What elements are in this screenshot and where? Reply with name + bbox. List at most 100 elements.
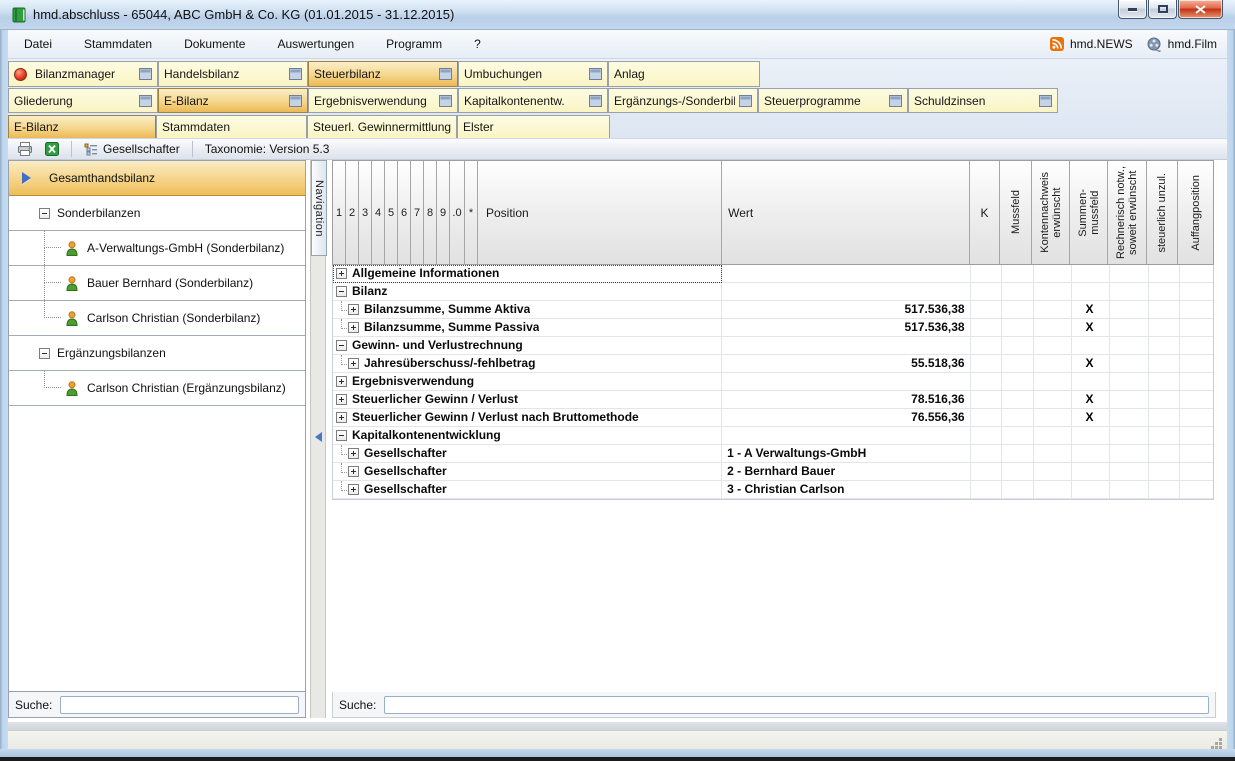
tab-ergebnisverwendung[interactable]: Ergebnisverwendung bbox=[308, 88, 458, 113]
expand-icon[interactable] bbox=[348, 358, 359, 369]
table-row[interactable]: Allgemeine Informationen bbox=[333, 265, 1213, 283]
tab-e-bilanz-sub[interactable]: E-Bilanz bbox=[8, 115, 156, 139]
table-row[interactable]: Ergebnisverwendung bbox=[333, 373, 1213, 391]
level-column-header[interactable]: 7 bbox=[411, 161, 424, 264]
level-column-header[interactable]: 3 bbox=[359, 161, 372, 264]
tree-item-bauer-bernhard[interactable]: Bauer Bernhard (Sonderbilanz) bbox=[9, 266, 305, 301]
hmd-news-link[interactable]: hmd.NEWS bbox=[1050, 37, 1133, 51]
close-button[interactable] bbox=[1178, 0, 1223, 19]
level-column-header[interactable]: 5 bbox=[385, 161, 398, 264]
k-column-header: K bbox=[970, 161, 1001, 264]
menu-datei[interactable]: Datei bbox=[8, 33, 68, 55]
form-window-icon[interactable] bbox=[439, 95, 452, 107]
table-row[interactable]: Gesellschafter 2 - Bernhard Bauer bbox=[333, 463, 1213, 481]
table-row[interactable]: Bilanz bbox=[333, 283, 1213, 301]
navigation-splitter[interactable]: Navigation bbox=[310, 160, 326, 718]
level-column-header[interactable]: 1 bbox=[333, 161, 346, 264]
collapse-icon[interactable] bbox=[336, 286, 347, 297]
menu-programm[interactable]: Programm bbox=[370, 33, 458, 55]
expand-icon[interactable] bbox=[348, 466, 359, 477]
minimize-button[interactable] bbox=[1118, 0, 1147, 19]
tree-item-gesamthandsbilanz[interactable]: Gesamthandsbilanz bbox=[9, 161, 305, 196]
position-cell: Bilanz bbox=[333, 283, 722, 301]
level-column-header[interactable]: 2 bbox=[346, 161, 359, 264]
collapse-icon[interactable] bbox=[336, 430, 347, 441]
level-column-header[interactable]: 9 bbox=[437, 161, 450, 264]
form-window-icon[interactable] bbox=[289, 68, 302, 80]
expand-icon[interactable] bbox=[348, 304, 359, 315]
tab-elster[interactable]: Elster bbox=[457, 115, 610, 139]
tab-umbuchungen[interactable]: Umbuchungen bbox=[458, 61, 608, 87]
collapse-box-icon[interactable] bbox=[39, 208, 50, 219]
tab-handelsbilanz[interactable]: Handelsbilanz bbox=[158, 61, 308, 87]
menu-dokumente[interactable]: Dokumente bbox=[168, 33, 261, 55]
expand-icon[interactable] bbox=[336, 268, 347, 279]
tab-schuldzinsen[interactable]: Schuldzinsen bbox=[908, 88, 1058, 113]
expand-icon[interactable] bbox=[336, 394, 347, 405]
form-window-icon[interactable] bbox=[1039, 95, 1052, 107]
table-row[interactable]: Jahresüberschuss/-fehlbetrag 55.518,36 X bbox=[333, 355, 1213, 373]
film-icon bbox=[1147, 37, 1162, 52]
collapse-box-icon[interactable] bbox=[39, 348, 50, 359]
collapse-arrow-icon[interactable] bbox=[315, 432, 322, 442]
table-row[interactable]: Gesellschafter 3 - Christian Carlson bbox=[333, 481, 1213, 499]
table-row[interactable]: Bilanzsumme, Summe Aktiva 517.536,38 X bbox=[333, 301, 1213, 319]
tab-kapitalkontenentw[interactable]: Kapitalkontenentw. bbox=[458, 88, 608, 113]
expand-icon[interactable] bbox=[348, 322, 359, 333]
table-row[interactable]: Steuerlicher Gewinn / Verlust nach Brutt… bbox=[333, 409, 1213, 427]
expand-icon[interactable] bbox=[336, 376, 347, 387]
tab-steuerprogramme[interactable]: Steuerprogramme bbox=[758, 88, 908, 113]
table-row[interactable]: Bilanzsumme, Summe Passiva 517.536,38 X bbox=[333, 319, 1213, 337]
gesellschafter-button[interactable]: Gesellschafter bbox=[81, 141, 183, 157]
resize-grip[interactable] bbox=[1210, 737, 1222, 749]
tree-item-carlson-christian-sonderbilanz[interactable]: Carlson Christian (Sonderbilanz) bbox=[9, 301, 305, 336]
tree-item-sonderbilanzen[interactable]: Sonderbilanzen bbox=[9, 196, 305, 231]
level-column-header[interactable]: * bbox=[465, 161, 478, 264]
collapse-icon[interactable] bbox=[336, 340, 347, 351]
level-column-header[interactable]: 4 bbox=[372, 161, 385, 264]
form-window-icon[interactable] bbox=[289, 95, 302, 107]
navigation-tab[interactable]: Navigation bbox=[311, 160, 327, 256]
expand-icon[interactable] bbox=[348, 484, 359, 495]
menu-auswertungen[interactable]: Auswertungen bbox=[261, 33, 370, 55]
tab-ergaenzungs-sonderbil[interactable]: Ergänzungs-/Sonderbil. bbox=[608, 88, 758, 113]
menu-help[interactable]: ? bbox=[458, 33, 497, 55]
print-button[interactable] bbox=[14, 141, 36, 157]
expand-icon[interactable] bbox=[348, 448, 359, 459]
form-window-icon[interactable] bbox=[139, 68, 152, 80]
tab-steuerl-gewinnermittlung[interactable]: Steuerl. Gewinnermittlung bbox=[307, 115, 457, 139]
tab-anlag[interactable]: Anlag bbox=[608, 61, 760, 87]
level-column-header[interactable]: 6 bbox=[398, 161, 411, 264]
tab-stammdaten-sub[interactable]: Stammdaten bbox=[156, 115, 307, 139]
form-window-icon[interactable] bbox=[139, 95, 152, 107]
form-window-icon[interactable] bbox=[889, 95, 902, 107]
tab-label: E-Bilanz bbox=[14, 120, 150, 134]
hmd-film-link[interactable]: hmd.Film bbox=[1147, 37, 1217, 52]
tree-item-carlson-christian-ergaenzungsbilanz[interactable]: Carlson Christian (Ergänzungsbilanz) bbox=[9, 371, 305, 406]
ebilanz-grid: 1 2 3 4 5 6 7 8 9 .0 * Position Wert K M… bbox=[332, 160, 1216, 692]
expand-icon[interactable] bbox=[336, 412, 347, 423]
table-row[interactable]: Gewinn- und Verlustrechnung bbox=[333, 337, 1213, 355]
form-window-icon[interactable] bbox=[589, 95, 602, 107]
title-bar: hmd.abschluss - 65044, ABC GmbH & Co. KG… bbox=[0, 0, 1235, 30]
maximize-button[interactable] bbox=[1148, 0, 1177, 19]
form-window-icon[interactable] bbox=[739, 95, 752, 107]
excel-export-button[interactable] bbox=[42, 141, 62, 157]
person-icon bbox=[65, 311, 79, 326]
tab-gliederung[interactable]: Gliederung bbox=[8, 88, 158, 113]
tab-bilanzmanager[interactable]: Bilanzmanager bbox=[8, 61, 158, 87]
menu-stammdaten[interactable]: Stammdaten bbox=[68, 33, 168, 55]
level-column-header[interactable]: 8 bbox=[424, 161, 437, 264]
level-column-header[interactable]: .0 bbox=[450, 161, 465, 264]
table-row[interactable]: Gesellschafter 1 - A Verwaltungs-GmbH bbox=[333, 445, 1213, 463]
form-window-icon[interactable] bbox=[439, 68, 452, 80]
table-row[interactable]: Steuerlicher Gewinn / Verlust 78.516,36 … bbox=[333, 391, 1213, 409]
table-row[interactable]: Kapitalkontenentwicklung bbox=[333, 427, 1213, 445]
form-window-icon[interactable] bbox=[589, 68, 602, 80]
tree-item-ergaenzungsbilanzen[interactable]: Ergänzungsbilanzen bbox=[9, 336, 305, 371]
tree-item-a-verwaltungs-gmbh[interactable]: A-Verwaltungs-GmbH (Sonderbilanz) bbox=[9, 231, 305, 266]
grid-search-input[interactable] bbox=[384, 696, 1209, 714]
tab-e-bilanz-row2[interactable]: E-Bilanz bbox=[158, 88, 308, 113]
tab-steuerbilanz[interactable]: Steuerbilanz bbox=[308, 61, 458, 87]
tree-search-input[interactable] bbox=[60, 696, 299, 714]
